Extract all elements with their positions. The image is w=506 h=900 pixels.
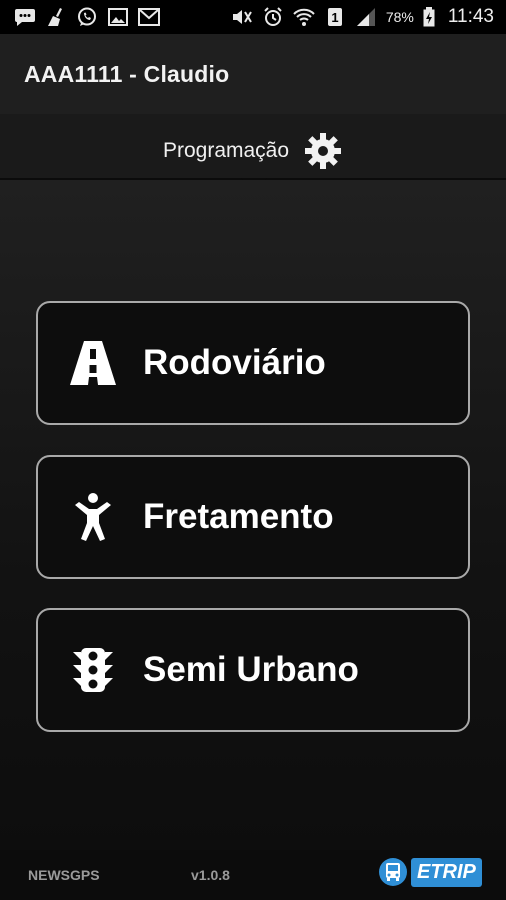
sim-icon: 1 [324, 7, 346, 27]
chat-icon [14, 7, 36, 27]
rodoviario-button[interactable]: Rodoviário [36, 301, 470, 425]
fretamento-label: Fretamento [143, 497, 334, 536]
wifi-icon [293, 7, 315, 27]
battery-percent: 78% [385, 9, 414, 25]
gallery-icon [107, 7, 129, 27]
fretamento-button[interactable]: Fretamento [36, 455, 470, 579]
app-bar: AAA1111 - Claudio [0, 34, 506, 114]
traffic-light-icon [68, 645, 118, 695]
footer: NEWSGPS v1.0.8 ETRIP [0, 850, 506, 900]
app-version: v1.0.8 [191, 867, 230, 883]
clock: 11:43 [447, 6, 494, 27]
status-bar: 1 78% 11:43 [0, 0, 506, 34]
tab-bar: Programação [0, 114, 506, 191]
tab-label: Programação [162, 139, 290, 162]
alarm-icon [262, 7, 284, 27]
notification-icons [14, 7, 160, 27]
gmail-icon [138, 7, 160, 27]
etrip-logo: ETRIP [378, 855, 482, 889]
app-title: AAA1111 - Claudio [24, 60, 230, 87]
company-name: NEWSGPS [28, 867, 100, 883]
bus-icon [378, 857, 408, 887]
person-icon [68, 492, 118, 542]
broom-icon [45, 7, 67, 27]
rodoviario-label: Rodoviário [143, 343, 326, 382]
main-content: Rodoviário Fretamento Semi Urbano [0, 180, 506, 850]
gear-icon[interactable] [303, 131, 343, 171]
semi-urbano-label: Semi Urbano [143, 650, 359, 689]
semi-urbano-button[interactable]: Semi Urbano [36, 608, 470, 732]
sim-slot-label: 1 [331, 10, 338, 25]
whatsapp-icon [76, 7, 98, 27]
mute-icon [231, 7, 253, 27]
tab-programacao[interactable]: Programação [0, 114, 506, 178]
battery-icon [423, 7, 435, 27]
signal-icon [355, 7, 377, 27]
road-icon [68, 338, 118, 388]
system-icons: 1 78% 11:43 [231, 6, 494, 28]
logo-text: ETRIP [411, 857, 482, 887]
